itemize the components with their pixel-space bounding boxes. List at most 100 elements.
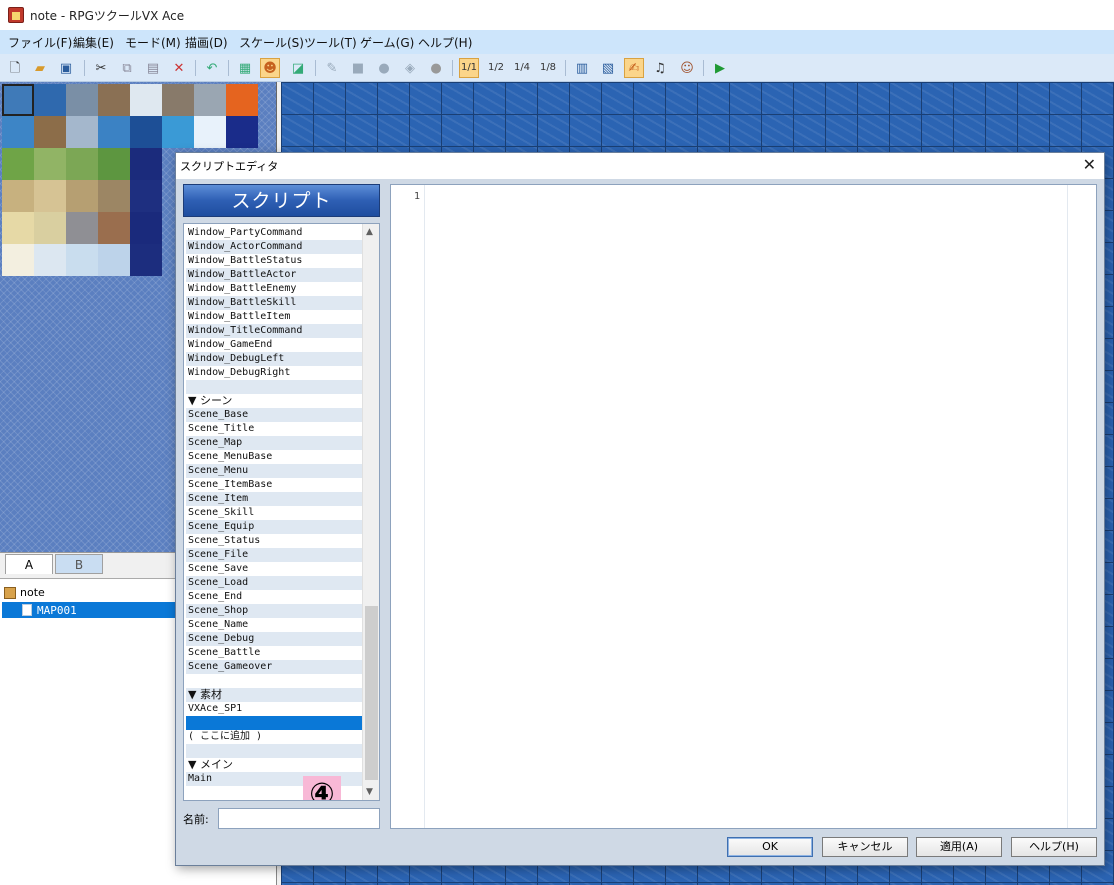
tile[interactable] — [98, 244, 130, 276]
tile-selected[interactable] — [2, 84, 34, 116]
tile[interactable] — [2, 244, 34, 276]
script-list-item[interactable]: Window_ActorCommand — [186, 240, 362, 254]
tile[interactable] — [98, 148, 130, 180]
script-list-item[interactable]: Scene_Shop — [186, 604, 362, 618]
menu-scale[interactable]: スケール(S) — [239, 34, 304, 51]
tile[interactable] — [130, 148, 162, 180]
tile[interactable] — [98, 180, 130, 212]
menu-tools[interactable]: ツール(T) — [304, 34, 357, 51]
menu-game[interactable]: ゲーム(G) — [360, 34, 414, 51]
delete-icon[interactable]: ✕ — [169, 58, 189, 78]
script-list-item[interactable]: Scene_End — [186, 590, 362, 604]
script-list-item[interactable]: Window_BattleEnemy — [186, 282, 362, 296]
flood-fill-icon[interactable]: ◈ — [400, 58, 420, 78]
tile[interactable] — [98, 84, 130, 116]
tile[interactable] — [66, 116, 98, 148]
script-list-item[interactable]: Window_PartyCommand — [186, 226, 362, 240]
tile[interactable] — [66, 244, 98, 276]
code-editor[interactable]: 1 — [390, 184, 1097, 829]
menu-draw[interactable]: 描画(D) — [185, 34, 228, 51]
tile[interactable] — [162, 116, 194, 148]
name-input[interactable] — [218, 808, 380, 829]
script-list-item[interactable]: Scene_Battle — [186, 646, 362, 660]
tile[interactable] — [34, 180, 66, 212]
script-list-item[interactable]: Window_DebugRight — [186, 366, 362, 380]
script-section-header[interactable]: ▼ 素材 — [186, 688, 362, 702]
menu-edit[interactable]: 編集(E) — [73, 34, 114, 51]
tile[interactable] — [226, 84, 258, 116]
tile[interactable] — [98, 116, 130, 148]
script-list[interactable]: Window_PartyCommand Window_ActorCommand Wi… — [183, 223, 380, 801]
character-generator-icon[interactable]: ☺ — [677, 58, 697, 78]
tile[interactable] — [34, 148, 66, 180]
script-list-item[interactable] — [186, 674, 362, 688]
resource-manager-icon[interactable]: ▧ — [598, 58, 618, 78]
tile[interactable] — [162, 84, 194, 116]
playtest-icon[interactable]: ▶ — [710, 58, 730, 78]
region-icon[interactable]: ◪ — [288, 58, 308, 78]
pencil-icon[interactable]: ✎ — [322, 58, 342, 78]
script-list-item[interactable]: Scene_Name — [186, 618, 362, 632]
script-list-item[interactable]: Scene_Status — [186, 534, 362, 548]
script-list-item[interactable]: Scene_Title — [186, 422, 362, 436]
scroll-thumb[interactable] — [365, 606, 378, 780]
script-list-item[interactable] — [186, 716, 362, 730]
tile[interactable] — [2, 116, 34, 148]
apply-button[interactable]: 適用(A) — [916, 837, 1002, 857]
script-list-item[interactable]: Scene_Item — [186, 492, 362, 506]
tile[interactable] — [34, 244, 66, 276]
script-list-item[interactable]: ( ここに追加 ) — [186, 730, 362, 744]
tile[interactable] — [98, 212, 130, 244]
script-list-item[interactable]: Scene_Base — [186, 408, 362, 422]
script-list-item[interactable]: Scene_Map — [186, 436, 362, 450]
script-list-item[interactable]: Scene_File — [186, 548, 362, 562]
tile[interactable] — [194, 84, 226, 116]
script-list-item[interactable]: Window_TitleCommand — [186, 324, 362, 338]
tile[interactable] — [130, 180, 162, 212]
script-list-item[interactable]: Scene_Equip — [186, 520, 362, 534]
script-list-item[interactable]: VXAce_SP1 — [186, 702, 362, 716]
database-icon[interactable]: ▥ — [572, 58, 592, 78]
script-list-item[interactable]: Window_BattleSkill — [186, 296, 362, 310]
scale-1-8-button[interactable]: 1/8 — [538, 58, 558, 78]
help-button[interactable]: ヘルプ(H) — [1011, 837, 1097, 857]
event-layer-icon[interactable]: ☻ — [260, 58, 280, 78]
map-layer-icon[interactable]: ▦ — [235, 58, 255, 78]
script-list-item[interactable]: Scene_ItemBase — [186, 478, 362, 492]
tile[interactable] — [34, 212, 66, 244]
tab-a[interactable]: A — [5, 554, 53, 574]
ok-button[interactable]: OK — [727, 837, 813, 857]
script-list-item[interactable]: Window_BattleActor — [186, 268, 362, 282]
tile[interactable] — [130, 212, 162, 244]
undo-icon[interactable]: ↶ — [202, 58, 222, 78]
tile[interactable] — [66, 180, 98, 212]
menu-mode[interactable]: モード(M) — [125, 34, 181, 51]
script-section-header[interactable]: ▼ シーン — [186, 394, 362, 408]
script-list-item[interactable]: Scene_Skill — [186, 506, 362, 520]
paste-icon[interactable]: ▤ — [143, 58, 163, 78]
tile[interactable] — [130, 244, 162, 276]
cancel-button[interactable]: キャンセル — [822, 837, 908, 857]
script-list-item[interactable]: Window_BattleStatus — [186, 254, 362, 268]
cut-icon[interactable]: ✂ — [91, 58, 111, 78]
script-list-item[interactable]: Scene_Debug — [186, 632, 362, 646]
script-list-item[interactable]: Scene_Load — [186, 576, 362, 590]
scale-1-2-button[interactable]: 1/2 — [486, 58, 506, 78]
script-list-item[interactable]: Window_GameEnd — [186, 338, 362, 352]
script-list-item[interactable] — [186, 380, 362, 394]
new-project-icon[interactable]: 🗋 — [5, 58, 25, 78]
script-section-header[interactable]: ▼ メイン — [186, 758, 362, 772]
tile[interactable] — [66, 212, 98, 244]
tile[interactable] — [66, 84, 98, 116]
scroll-down-icon[interactable]: ▼ — [366, 787, 373, 797]
script-list-scrollbar[interactable]: ▲ ▼ — [362, 224, 379, 800]
rectangle-icon[interactable]: ■ — [348, 58, 368, 78]
tile[interactable] — [130, 116, 162, 148]
scroll-up-icon[interactable]: ▲ — [366, 227, 373, 237]
script-list-item[interactable]: Scene_Menu — [186, 464, 362, 478]
save-project-icon[interactable]: ▣ — [56, 58, 76, 78]
scale-1-1-button[interactable]: 1/1 — [459, 58, 479, 78]
scale-1-4-button[interactable]: 1/4 — [512, 58, 532, 78]
copy-icon[interactable]: ⧉ — [117, 58, 137, 78]
tile[interactable] — [2, 180, 34, 212]
